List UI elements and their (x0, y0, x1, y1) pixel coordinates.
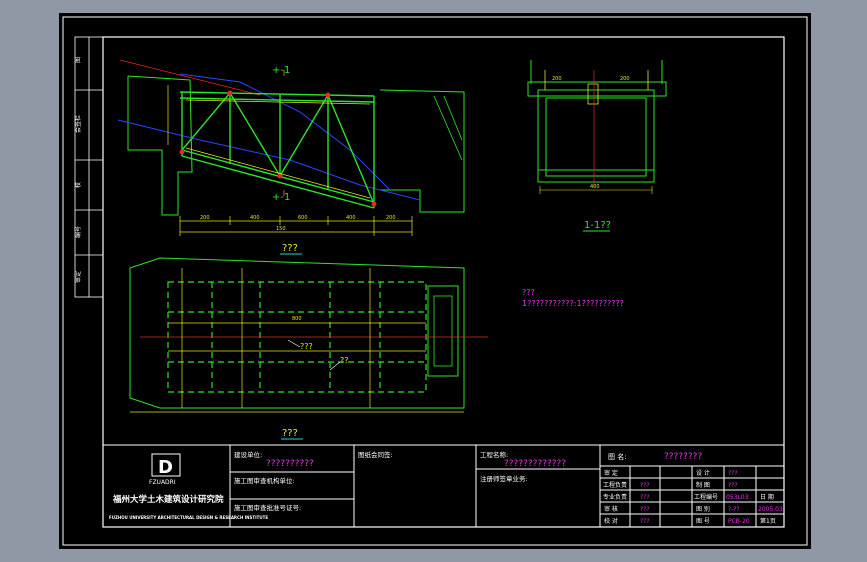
cad-drawing: 图 会签栏 校 编号 审定 +-1 +-1 200 400 600 400 20… (59, 13, 811, 549)
org-name-cn: 福州大学土木建筑设计研究院 (112, 494, 224, 505)
build-unit-value: ?????????? (266, 459, 314, 469)
dim-label: 200 (200, 215, 210, 221)
cert-label: 施工图审查批准号证号: (234, 503, 301, 512)
row-label: 校 对 (604, 517, 618, 525)
sidebar-label: 校 (74, 182, 82, 188)
row-label: 工程编号 (694, 493, 718, 501)
section-mark-top: +-1 (272, 65, 290, 76)
row-value: 2005.03 (758, 506, 783, 513)
drawing-value: ???????? (664, 452, 702, 462)
drawing-label: 图 名: (608, 452, 627, 461)
dim-label: 200 (620, 76, 630, 82)
row-value: ?-?? (728, 506, 740, 513)
row-value: ??? (640, 506, 650, 513)
row-value: ??? (728, 482, 738, 489)
dim-label: 600 (298, 215, 308, 221)
row-label: 审 定 (604, 469, 618, 477)
row-value: ??? (640, 494, 650, 501)
dim-label: 200 (386, 215, 396, 221)
notes-line: 1???????????:1?????????? (522, 299, 624, 308)
project-value: ????????????? (504, 459, 566, 469)
dim-label: 400 (250, 215, 260, 221)
logo-text: FZUADRI (149, 479, 176, 486)
row-value: PCB-20 (728, 518, 750, 525)
row-label: 日 期 (760, 493, 774, 501)
dim-label: 150 (276, 226, 286, 232)
row-label: 制 图 (696, 481, 710, 489)
sidebar-label: 图 (75, 57, 82, 63)
construction-unit-label: 施工图审查机构单位: (234, 476, 295, 485)
build-unit-label: 建设单位: (234, 450, 262, 459)
row-value: ??? (640, 482, 650, 489)
section-title: 1-1?? (584, 220, 611, 231)
plan-label: ??? (300, 342, 313, 351)
dim-label: 200 (552, 76, 562, 82)
row-label: 审 核 (604, 505, 618, 513)
notes-title: ??? (522, 288, 535, 297)
row-label: 工程负责 (603, 481, 627, 489)
row-label: 图 别 (696, 505, 710, 513)
sidebar-label: 会签栏 (74, 115, 82, 133)
sidebar-label: 审定 (74, 271, 82, 283)
row-label: 第1页 (760, 517, 776, 525)
row-label: 专业负责 (603, 493, 627, 501)
plan-label: ?? (340, 356, 349, 365)
sidebar-label: 编号 (74, 226, 82, 238)
plan-title: ??? (282, 428, 298, 439)
elevation-title: ??? (282, 243, 298, 254)
stamp-label: 图纸会同签: (358, 450, 393, 459)
section-mark-bottom: +-1 (272, 192, 290, 203)
org-name-en: FUZHOU UNIVERSITY ARCHITECTURAL DESIGN &… (109, 515, 268, 520)
row-value: 053L03 (726, 494, 749, 501)
logo-icon: D (158, 457, 173, 478)
row-label: 图 号 (696, 518, 710, 525)
row-value: ??? (728, 470, 738, 477)
project-label: 工程名称: (480, 450, 508, 459)
dim-label: 400 (590, 184, 600, 190)
dim-label: 800 (292, 316, 302, 322)
row-value: ??? (640, 518, 650, 525)
row-label: 设 计 (696, 469, 710, 477)
note-label: 注册师签章业务: (480, 474, 528, 483)
dim-label: 400 (346, 215, 356, 221)
